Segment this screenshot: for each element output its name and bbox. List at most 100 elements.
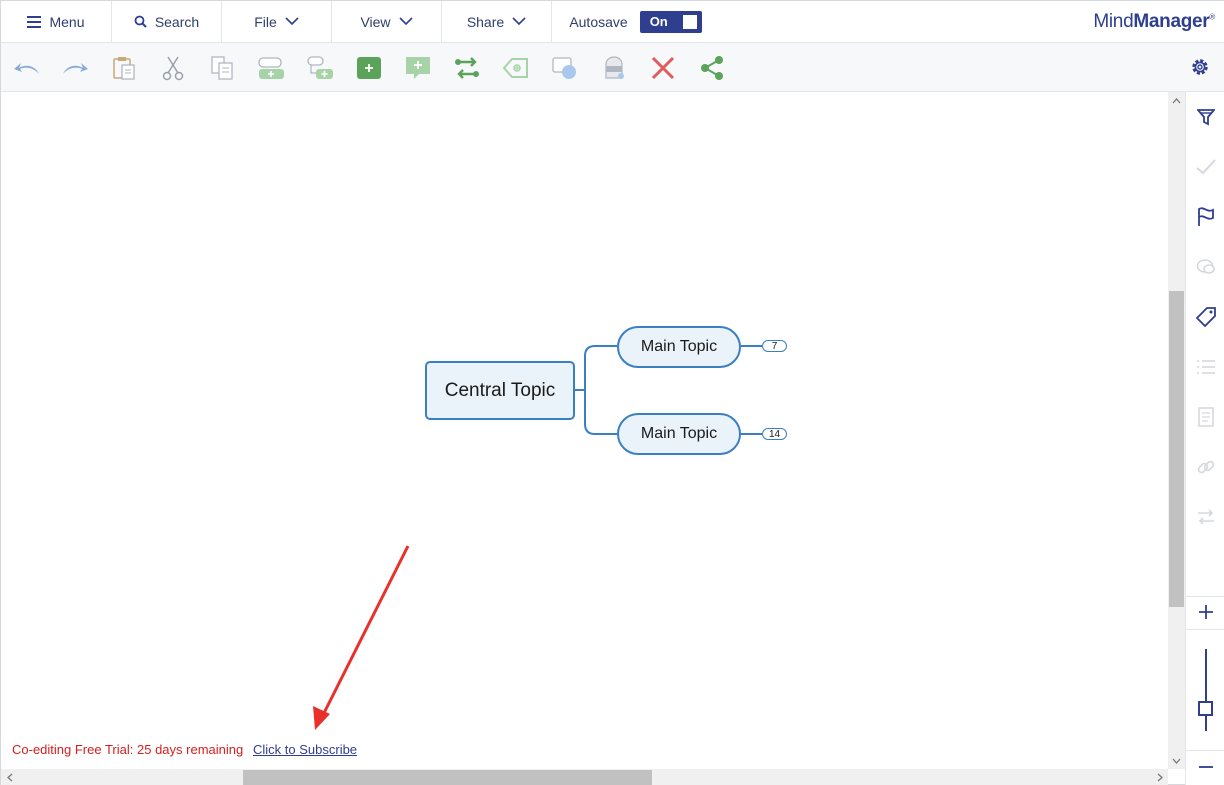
chevron-down-icon <box>398 17 413 26</box>
subscribe-link[interactable]: Click to Subscribe <box>253 742 357 757</box>
chevron-left-icon <box>6 773 12 782</box>
horizontal-scroll-thumb[interactable] <box>243 770 652 785</box>
search-button[interactable]: Search <box>112 1 222 42</box>
zoom-out-button[interactable] <box>1195 756 1217 778</box>
tag-icon <box>1196 307 1216 327</box>
add-boundary-icon <box>502 58 528 78</box>
autosave-control: Autosave On <box>552 1 719 42</box>
comments-button[interactable] <box>1195 256 1217 278</box>
list-icon <box>1197 360 1215 374</box>
vertical-scroll-thumb[interactable] <box>1169 291 1184 607</box>
plus-icon <box>1199 605 1213 619</box>
add-topic-icon <box>258 57 284 79</box>
settings-button[interactable] <box>1189 56 1211 78</box>
collapsed-count-badge[interactable]: 14 <box>762 428 787 440</box>
delete-button[interactable] <box>648 53 678 83</box>
copy-icon <box>211 56 233 80</box>
horizontal-scrollbar[interactable] <box>1 769 1168 785</box>
add-topic-button[interactable] <box>256 53 286 83</box>
add-subtopic-icon <box>307 56 333 79</box>
panel-divider <box>1186 596 1224 597</box>
brand-bold: Manager <box>1133 11 1210 32</box>
autosave-state: On <box>649 14 668 29</box>
undo-icon <box>14 63 39 74</box>
brand-logo: MindManager® <box>1093 11 1215 33</box>
share-button[interactable] <box>697 53 727 83</box>
add-relationship-button[interactable] <box>452 53 482 83</box>
undo-button[interactable] <box>12 53 42 83</box>
relationship-icon <box>1198 509 1214 525</box>
cut-button[interactable] <box>158 53 188 83</box>
add-floating-topic-button[interactable] <box>354 53 384 83</box>
flag-button[interactable] <box>1195 206 1217 228</box>
autosave-toggle[interactable]: On <box>639 10 702 33</box>
chevron-down-icon <box>1172 758 1181 764</box>
zoom-slider-handle[interactable] <box>1198 701 1213 716</box>
delete-icon <box>651 56 675 80</box>
main-topic-1[interactable]: Main Topic <box>617 326 741 368</box>
scroll-down-arrow[interactable] <box>1168 752 1185 769</box>
panel-divider <box>1186 750 1224 751</box>
search-icon <box>134 15 147 28</box>
chevron-down-icon <box>512 17 526 26</box>
fill-color-icon <box>605 56 624 79</box>
share-menu[interactable]: Share <box>442 1 552 42</box>
links-button[interactable] <box>1195 456 1217 478</box>
main-topic-2[interactable]: Main Topic <box>617 413 741 455</box>
comment-icon <box>1196 259 1215 274</box>
outline-button[interactable] <box>1195 356 1217 378</box>
panel-divider <box>1186 629 1224 630</box>
cut-icon <box>162 56 184 81</box>
zoom-in-button[interactable] <box>1195 601 1217 623</box>
filter-button[interactable] <box>1195 106 1217 128</box>
menu-label: Menu <box>49 13 85 30</box>
shape-icon <box>552 57 576 79</box>
trial-notice: Co-editing Free Trial: 25 days remaining <box>12 742 244 757</box>
menu-bar: Menu Search File View Share Autosave On … <box>1 1 1224 43</box>
notes-button[interactable] <box>1195 406 1217 428</box>
hamburger-icon <box>27 15 42 28</box>
toggle-knob <box>682 14 697 29</box>
vertical-scrollbar[interactable] <box>1168 92 1185 769</box>
shape-button[interactable] <box>550 53 580 83</box>
checkmark-icon <box>1196 159 1216 175</box>
toolbar <box>1 43 1224 92</box>
brand-mark: ® <box>1209 12 1215 22</box>
scroll-left-arrow[interactable] <box>1 769 18 785</box>
scroll-right-arrow[interactable] <box>1151 769 1168 785</box>
add-subtopic-button[interactable] <box>305 53 335 83</box>
search-label: Search <box>154 13 200 30</box>
autosave-label: Autosave <box>569 13 628 30</box>
redo-icon <box>63 63 88 74</box>
mindmanager-app: Menu Search File View Share Autosave On … <box>0 0 1224 785</box>
file-menu[interactable]: File <box>222 1 332 42</box>
zoom-slider-track[interactable] <box>1205 649 1207 731</box>
minus-icon <box>1199 766 1213 768</box>
link-icon <box>1197 460 1215 474</box>
share-label: Share <box>466 13 505 30</box>
view-label: View <box>360 13 391 30</box>
collapsed-count-badge[interactable]: 7 <box>762 340 787 352</box>
tags-button[interactable] <box>1195 306 1217 328</box>
copy-button[interactable] <box>207 53 237 83</box>
paste-button[interactable] <box>109 53 139 83</box>
task-button[interactable] <box>1195 156 1217 178</box>
chevron-right-icon <box>1157 773 1163 782</box>
central-topic[interactable]: Central Topic <box>425 361 575 420</box>
scroll-up-arrow[interactable] <box>1168 92 1185 109</box>
redo-button[interactable] <box>60 53 90 83</box>
flag-icon <box>1198 207 1214 226</box>
view-menu[interactable]: View <box>332 1 442 42</box>
add-relationship-icon <box>455 57 479 79</box>
notes-icon <box>1198 407 1214 427</box>
map-canvas[interactable] <box>1 92 1168 769</box>
chevron-down-icon <box>285 17 299 26</box>
chevron-up-icon <box>1172 97 1181 103</box>
add-tag-button[interactable] <box>501 53 531 83</box>
menu-button[interactable]: Menu <box>1 1 112 42</box>
relationships-button[interactable] <box>1195 506 1217 528</box>
paste-icon <box>113 57 135 80</box>
file-label: File <box>254 13 277 30</box>
fill-color-button[interactable] <box>599 53 629 83</box>
add-callout-button[interactable] <box>403 53 433 83</box>
